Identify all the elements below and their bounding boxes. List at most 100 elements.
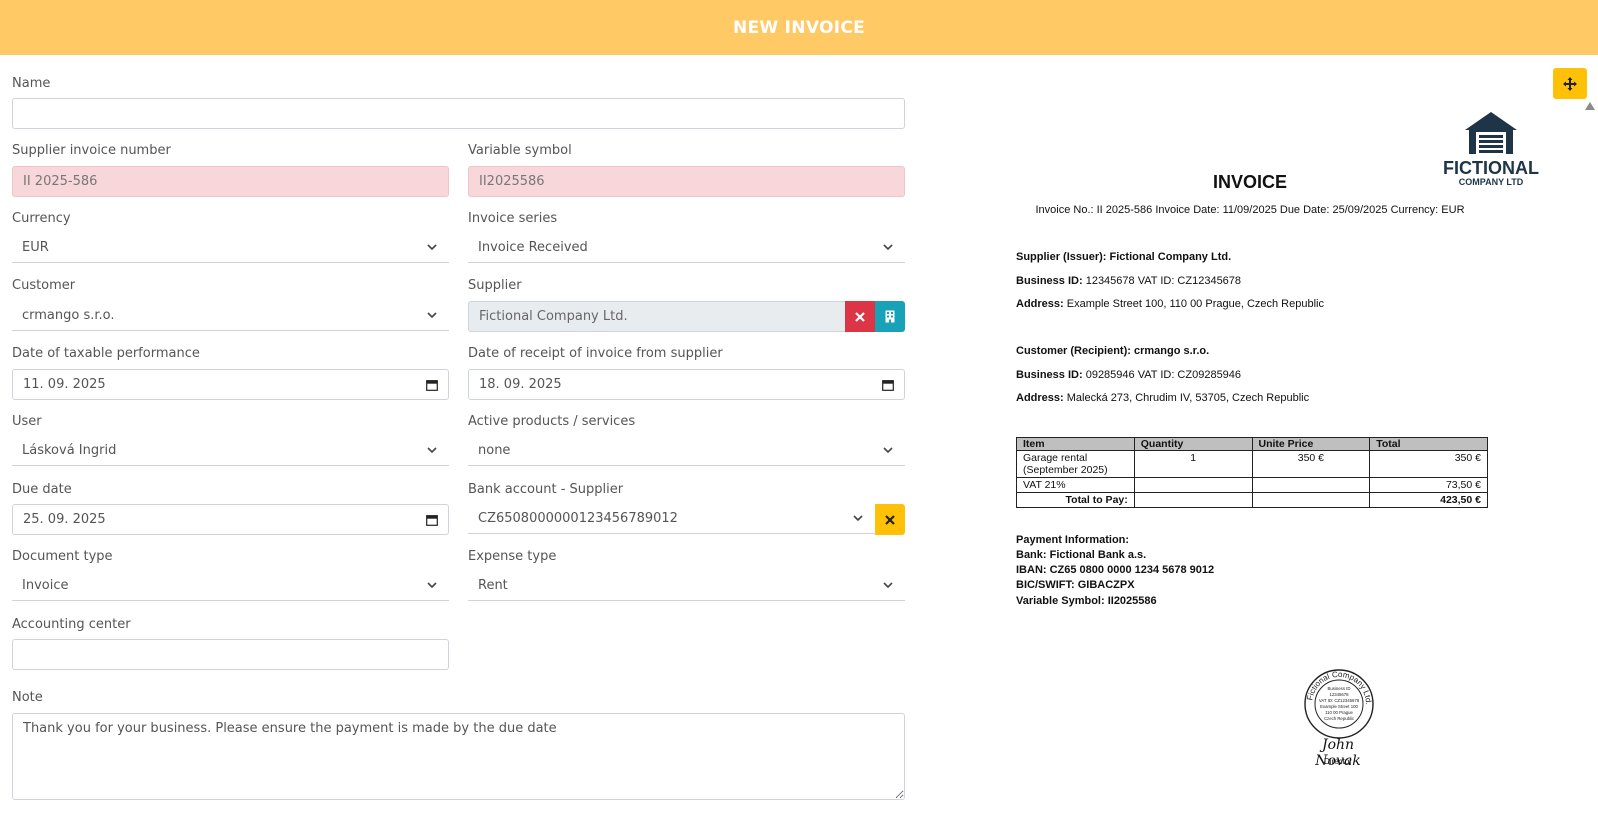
payment-bic: BIC/SWIFT: GIBACZPX bbox=[1016, 579, 1135, 591]
chevron-down-icon bbox=[883, 244, 893, 251]
customer-ids: Business ID: 09285946 VAT ID: CZ09285946 bbox=[1016, 369, 1241, 381]
close-icon bbox=[855, 311, 865, 322]
supplier-invoice-number-input[interactable]: II 2025-586 bbox=[12, 166, 449, 197]
expense-type-select[interactable]: Rent bbox=[468, 570, 905, 601]
total-cell: 350 € bbox=[1369, 450, 1488, 478]
stamp-line: Czech Republic bbox=[1324, 716, 1355, 721]
column-header: Item bbox=[1016, 437, 1135, 451]
user-value: Lásková Ingrid bbox=[22, 442, 117, 458]
name-label: Name bbox=[12, 76, 51, 91]
date-taxable-input[interactable]: 11. 09. 2025 bbox=[12, 369, 449, 400]
expense-type-value: Rent bbox=[478, 577, 508, 593]
supplier-address-value: Example Street 100, 110 00 Prague, Czech… bbox=[1066, 298, 1324, 310]
invoice-form: Name Supplier invoice number II 2025-586… bbox=[12, 55, 924, 817]
bank-account-value: CZ6508000000123456789012 bbox=[478, 510, 678, 526]
total-cell: 73,50 € bbox=[1369, 477, 1488, 493]
calendar-icon[interactable] bbox=[426, 514, 438, 526]
variable-symbol-label: Variable symbol bbox=[468, 143, 572, 158]
page-title: NEW INVOICE bbox=[732, 17, 866, 38]
customer-label: Customer bbox=[12, 278, 76, 293]
bank-account-label: Bank account - Supplier bbox=[468, 482, 624, 497]
supplier-ids: Business ID: 12345678 VAT ID: CZ12345678 bbox=[1016, 275, 1241, 287]
table-row: Garage rental (September 2025) 1 350 € 3… bbox=[1016, 450, 1488, 478]
chevron-down-icon bbox=[883, 447, 893, 454]
chevron-down-icon bbox=[427, 244, 437, 251]
table-total-row: Total to Pay: 423,50 € bbox=[1016, 492, 1488, 508]
payment-variable-symbol: Variable Symbol: II2025586 bbox=[1016, 595, 1157, 607]
payment-heading: Payment Information: bbox=[1016, 534, 1130, 546]
customer-select[interactable]: crmango s.r.o. bbox=[12, 300, 449, 331]
quantity-cell: 1 bbox=[1133, 450, 1253, 478]
stamp-line: Example Street 100 bbox=[1320, 704, 1358, 709]
table-header-row: Item Quantity Unite Price Total bbox=[1016, 437, 1488, 451]
invoice-series-select[interactable]: Invoice Received bbox=[468, 232, 905, 263]
due-date-value: 25. 09. 2025 bbox=[23, 512, 106, 527]
document-type-value: Invoice bbox=[22, 577, 69, 593]
payment-bank: Bank: Fictional Bank a.s. bbox=[1016, 549, 1147, 561]
scroll-up-arrow[interactable] bbox=[1585, 102, 1595, 110]
active-products-label: Active products / services bbox=[468, 414, 636, 429]
chevron-down-icon bbox=[853, 515, 863, 522]
clear-supplier-button[interactable] bbox=[845, 301, 875, 332]
invoice-series-label: Invoice series bbox=[468, 211, 558, 226]
price-cell: 350 € bbox=[1251, 450, 1371, 478]
move-preview-button[interactable] bbox=[1553, 68, 1587, 99]
document-type-select[interactable]: Invoice bbox=[12, 570, 449, 601]
empty-cell bbox=[1251, 492, 1371, 508]
table-row: VAT 21% 73,50 € bbox=[1016, 477, 1488, 493]
customer-ids-label: Business ID: bbox=[1016, 369, 1083, 381]
active-products-select[interactable]: none bbox=[468, 435, 905, 466]
customer-address-value: Malecká 273, Chrudim IV, 53705, Czech Re… bbox=[1066, 392, 1310, 404]
customer-heading: Customer (Recipient): crmango s.r.o. bbox=[1016, 345, 1210, 357]
date-receipt-label: Date of receipt of invoice from supplier bbox=[468, 346, 723, 361]
due-date-input[interactable]: 25. 09. 2025 bbox=[12, 504, 449, 535]
stamp-line: Business ID bbox=[1328, 686, 1351, 691]
invoice-items-table: Item Quantity Unite Price Total Garage r… bbox=[1016, 437, 1488, 508]
clear-bank-account-button[interactable] bbox=[875, 504, 905, 535]
item-cell: Garage rental (September 2025) bbox=[1016, 450, 1135, 478]
chevron-down-icon bbox=[427, 312, 437, 319]
column-header: Unite Price bbox=[1251, 437, 1371, 451]
currency-select[interactable]: EUR bbox=[12, 232, 449, 263]
bank-account-select[interactable]: CZ6508000000123456789012 bbox=[468, 503, 875, 534]
supplier-input[interactable]: Fictional Company Ltd. bbox=[468, 301, 846, 332]
invoice-series-value: Invoice Received bbox=[478, 239, 588, 255]
customer-value: crmango s.r.o. bbox=[22, 307, 115, 323]
stamp-line: 12345678 bbox=[1329, 692, 1349, 697]
supplier-invoice-number-label: Supplier invoice number bbox=[12, 143, 171, 158]
note-textarea[interactable]: Thank you for your business. Please ensu… bbox=[12, 713, 905, 800]
select-company-button[interactable] bbox=[875, 301, 905, 332]
close-icon bbox=[885, 514, 895, 525]
total-label: Total to Pay: bbox=[1016, 492, 1135, 508]
user-select[interactable]: Lásková Ingrid bbox=[12, 435, 449, 466]
currency-value: EUR bbox=[22, 239, 49, 255]
date-taxable-value: 11. 09. 2025 bbox=[23, 377, 106, 392]
stamp-line: 110 00 Prague bbox=[1325, 710, 1353, 715]
variable-symbol-input[interactable]: II2025586 bbox=[468, 166, 905, 197]
document-type-label: Document type bbox=[12, 549, 113, 564]
accounting-center-input[interactable] bbox=[12, 639, 449, 670]
name-input[interactable] bbox=[12, 98, 905, 129]
price-cell bbox=[1251, 477, 1371, 493]
column-header: Quantity bbox=[1133, 437, 1253, 451]
signature-role: Director bbox=[1323, 757, 1352, 766]
chevron-down-icon bbox=[427, 447, 437, 454]
page-header: NEW INVOICE bbox=[0, 0, 1598, 55]
stamp-line: VAT ID: CZ12345678 bbox=[1319, 698, 1360, 703]
invoice-title: INVOICE bbox=[1212, 172, 1287, 192]
currency-label: Currency bbox=[12, 211, 71, 226]
accounting-center-label: Accounting center bbox=[12, 617, 131, 632]
calendar-icon[interactable] bbox=[882, 379, 894, 391]
chevron-down-icon bbox=[427, 582, 437, 589]
invoice-meta: Invoice No.: II 2025-586 Invoice Date: 1… bbox=[1035, 204, 1465, 216]
supplier-label: Supplier bbox=[468, 278, 522, 293]
customer-address-label: Address: bbox=[1016, 392, 1064, 404]
calendar-icon[interactable] bbox=[426, 379, 438, 391]
payment-iban: IBAN: CZ65 0800 0000 1234 5678 9012 bbox=[1016, 564, 1215, 576]
supplier-address-label: Address: bbox=[1016, 298, 1064, 310]
active-products-value: none bbox=[478, 442, 511, 458]
empty-cell bbox=[1133, 492, 1253, 508]
item-cell: VAT 21% bbox=[1016, 477, 1135, 493]
date-receipt-input[interactable]: 18. 09. 2025 bbox=[468, 369, 905, 400]
customer-address: Address: Malecká 273, Chrudim IV, 53705,… bbox=[1016, 392, 1309, 404]
